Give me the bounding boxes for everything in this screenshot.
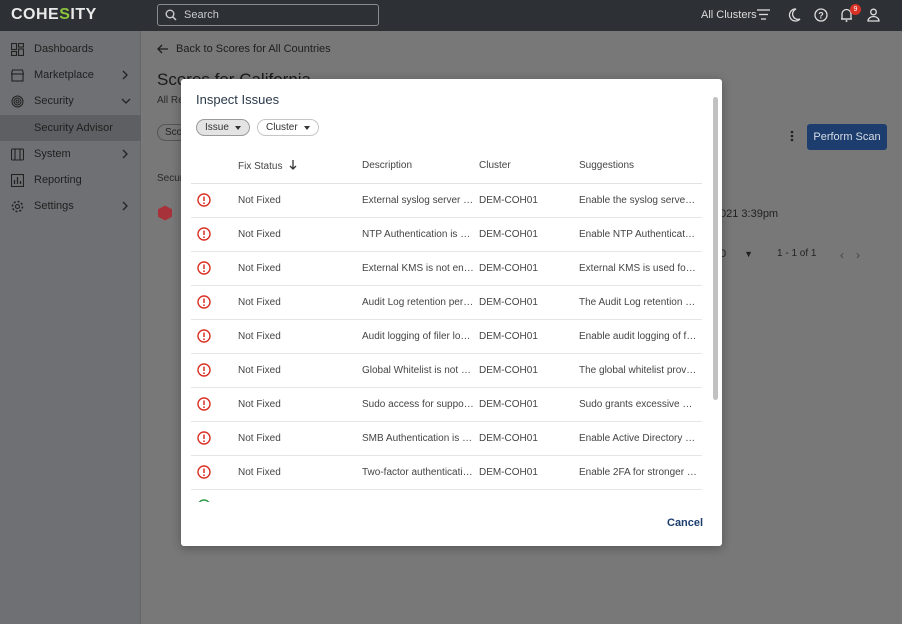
error-icon: [197, 227, 211, 241]
filter-icon[interactable]: [757, 9, 770, 20]
dashboard-icon: [11, 42, 24, 56]
error-icon: [197, 465, 211, 479]
error-icon: [197, 397, 211, 411]
issues-table-body: Not Fixed External syslog server is not …: [191, 184, 702, 502]
inspect-issues-dialog: Inspect Issues Issue Cluster Fix Status …: [181, 79, 722, 546]
table-row[interactable]: Not Fixed Audit logging of filer logs is…: [191, 320, 702, 354]
dialog-title: Inspect Issues: [196, 92, 280, 107]
sidebar-item-settings[interactable]: Settings: [0, 193, 141, 219]
section-label: Secur: [157, 173, 184, 184]
search-icon: [165, 9, 177, 21]
chevron-right-icon: [122, 70, 128, 80]
issue-filter[interactable]: Issue: [196, 119, 250, 136]
fingerprint-icon: [11, 95, 24, 107]
sidebar-item-dashboards[interactable]: Dashboards: [0, 36, 141, 62]
server-icon: [11, 147, 24, 161]
sidebar-item-reporting[interactable]: Reporting: [0, 167, 141, 193]
search-input[interactable]: Search: [157, 4, 379, 26]
cancel-button[interactable]: Cancel: [667, 517, 703, 529]
description-header[interactable]: Description: [362, 160, 412, 171]
table-row[interactable]: Not Fixed External KMS is not enabled DE…: [191, 252, 702, 286]
cluster-filter[interactable]: Cluster: [257, 119, 319, 136]
top-bar: COHESITY Search All Clusters ? 9: [0, 0, 902, 31]
error-icon: [197, 295, 211, 309]
cluster-header[interactable]: Cluster: [479, 160, 511, 171]
sidebar-item-marketplace[interactable]: Marketplace: [0, 62, 141, 88]
error-icon: [197, 193, 211, 207]
cohesity-logo[interactable]: COHESITY: [11, 6, 97, 24]
pagination-arrows[interactable]: ‹›: [840, 248, 872, 262]
help-icon[interactable]: ?: [814, 8, 828, 22]
chevron-left-icon[interactable]: ‹: [840, 248, 856, 262]
table-row[interactable]: Not Fixed NTP Authentication is not enab…: [191, 218, 702, 252]
chevron-right-icon: [122, 149, 128, 159]
table-row-partial[interactable]: [191, 490, 702, 502]
all-clusters-selector[interactable]: All Clusters: [701, 9, 757, 21]
perform-scan-button[interactable]: Perform Scan: [807, 124, 887, 150]
hexagon-icon: [158, 205, 172, 221]
sidebar-item-system[interactable]: System: [0, 141, 141, 167]
notification-badge: 9: [850, 4, 861, 15]
table-header: Fix Status Description Cluster Suggestio…: [191, 149, 702, 184]
table-row[interactable]: Not Fixed Sudo access for support user i…: [191, 388, 702, 422]
sidebar-item-security[interactable]: Security: [0, 88, 141, 114]
chevron-right-icon[interactable]: ›: [856, 248, 872, 262]
chart-icon: [11, 173, 24, 187]
chevron-down-icon: [121, 98, 131, 104]
caret-down-icon: [234, 125, 241, 130]
scrollbar[interactable]: [713, 97, 718, 400]
error-icon: [197, 363, 211, 377]
chevron-right-icon: [122, 201, 128, 211]
store-icon: [11, 68, 24, 82]
pagination-range: 1 - 1 of 1: [777, 248, 817, 259]
back-link[interactable]: Back to Scores for All Countries: [157, 43, 331, 55]
dark-mode-icon[interactable]: [788, 8, 801, 22]
sidebar-item-security-advisor[interactable]: Security Advisor: [0, 115, 141, 141]
caret-down-icon: [303, 125, 310, 130]
more-options-icon[interactable]: [790, 130, 794, 142]
error-icon: [197, 329, 211, 343]
table-row[interactable]: Not Fixed Audit Log retention period is …: [191, 286, 702, 320]
table-row[interactable]: Not Fixed External syslog server is not …: [191, 184, 702, 218]
table-row[interactable]: Not Fixed SMB Authentication is not conf…: [191, 422, 702, 456]
arrow-left-icon: [157, 44, 168, 54]
check-circle-icon: [198, 499, 210, 502]
per-page-select[interactable]: 0 ▼: [720, 248, 753, 260]
user-icon[interactable]: [867, 8, 880, 22]
scan-time: 021 3:39pm: [720, 208, 779, 220]
table-row[interactable]: Not Fixed Two-factor authentication is n…: [191, 456, 702, 490]
fix-status-header[interactable]: Fix Status: [238, 160, 297, 172]
gear-icon: [11, 200, 24, 212]
svg-text:?: ?: [818, 11, 824, 21]
search-placeholder: Search: [184, 9, 219, 21]
table-row[interactable]: Not Fixed Global Whitelist is not define…: [191, 354, 702, 388]
sidebar: Dashboards Marketplace Security Security…: [0, 31, 141, 624]
page-subtitle: All Re: [157, 95, 184, 106]
error-icon: [197, 431, 211, 445]
arrow-down-icon: [289, 160, 297, 170]
suggestions-header[interactable]: Suggestions: [579, 160, 634, 171]
error-icon: [197, 261, 211, 275]
